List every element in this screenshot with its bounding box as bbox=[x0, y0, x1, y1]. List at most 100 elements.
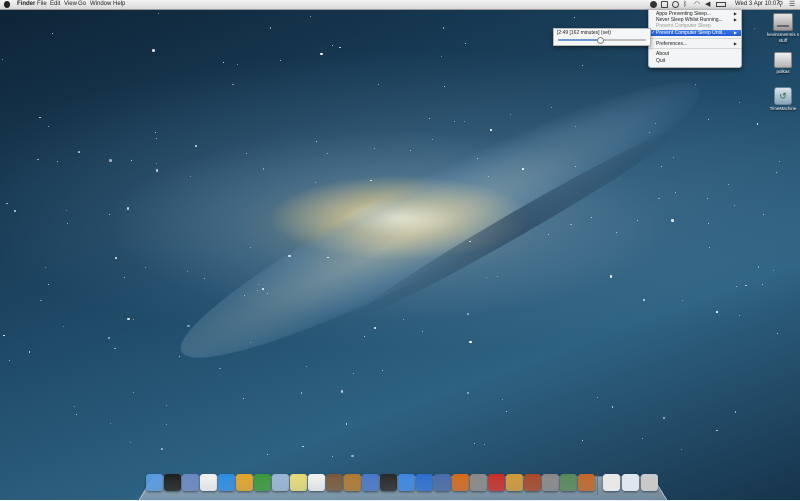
star bbox=[187, 324, 190, 328]
star bbox=[550, 107, 552, 108]
dock-chrome-icon[interactable] bbox=[236, 474, 253, 491]
dock-textedit-icon[interactable] bbox=[308, 474, 325, 491]
star bbox=[374, 327, 376, 329]
menu-item-prevent-computer-sleep-until[interactable]: ✓ Prevent Computer Sleep Until... ▶ bbox=[649, 30, 741, 36]
desktop-icon-polkas[interactable]: polkas bbox=[766, 52, 800, 75]
menu-view[interactable]: View bbox=[64, 0, 77, 9]
bluetooth-icon[interactable]: ᛒ bbox=[683, 1, 690, 8]
star bbox=[13, 209, 17, 213]
notification-center-icon[interactable]: ☰ bbox=[789, 1, 796, 8]
star bbox=[155, 137, 157, 139]
dock-firefox-icon[interactable] bbox=[452, 474, 469, 491]
star bbox=[219, 367, 221, 370]
dock-games-icon[interactable] bbox=[578, 474, 595, 491]
star bbox=[745, 284, 747, 287]
dock-terminal-icon[interactable] bbox=[164, 474, 181, 491]
dock-documents-stack-icon[interactable] bbox=[603, 474, 620, 491]
dock-scripts-icon[interactable] bbox=[506, 474, 523, 491]
menu-file[interactable]: File bbox=[37, 0, 47, 9]
star bbox=[190, 176, 192, 178]
star bbox=[1, 58, 3, 60]
wifi-icon[interactable]: ◠ bbox=[694, 1, 701, 8]
star bbox=[245, 153, 247, 155]
star bbox=[616, 232, 618, 234]
star bbox=[316, 141, 318, 143]
menu-item-preferences[interactable]: Preferences... ▶ bbox=[649, 41, 741, 47]
star bbox=[161, 448, 163, 450]
star bbox=[109, 422, 111, 424]
dock-app-store-icon[interactable] bbox=[398, 474, 415, 491]
menu-window[interactable]: Window bbox=[90, 0, 111, 9]
star bbox=[611, 406, 614, 408]
dock-activity-monitor-icon[interactable] bbox=[560, 474, 577, 491]
star bbox=[345, 423, 348, 425]
star bbox=[464, 121, 466, 123]
star bbox=[266, 292, 268, 294]
menu-item-about[interactable]: About bbox=[649, 51, 741, 57]
star bbox=[440, 55, 443, 58]
dock-utility-2-icon[interactable] bbox=[470, 474, 487, 491]
star bbox=[262, 288, 264, 290]
star bbox=[195, 145, 197, 147]
star bbox=[763, 214, 765, 216]
battery-icon[interactable] bbox=[716, 2, 726, 7]
apple-menu-icon[interactable] bbox=[4, 1, 10, 8]
menu-clock[interactable]: Wed 3 Apr 10:07 bbox=[735, 0, 780, 9]
dock-red-app-icon[interactable] bbox=[488, 474, 505, 491]
star bbox=[474, 443, 476, 445]
duration-slider[interactable] bbox=[558, 37, 646, 44]
desktop-icon-hard-drive[interactable]: kevinsmemnis s stuff bbox=[766, 13, 800, 44]
dock-instruments-icon[interactable] bbox=[344, 474, 361, 491]
dock-photo-app-icon[interactable] bbox=[524, 474, 541, 491]
star bbox=[74, 406, 76, 408]
dock-downloads-stack-icon[interactable] bbox=[622, 474, 639, 491]
dock-utility-icon[interactable] bbox=[254, 474, 271, 491]
dock-preferences-icon[interactable] bbox=[542, 474, 559, 491]
star bbox=[266, 453, 268, 455]
star bbox=[56, 160, 58, 162]
desktop-icon-label: polkas bbox=[776, 69, 790, 74]
menu-go[interactable]: Go bbox=[78, 0, 86, 9]
spotlight-search-icon[interactable]: ⚲ bbox=[778, 1, 785, 8]
time-machine-status-icon[interactable] bbox=[672, 1, 679, 8]
menu-edit[interactable]: Edit bbox=[50, 0, 60, 9]
star bbox=[469, 340, 472, 344]
dock-network-icon[interactable] bbox=[416, 474, 433, 491]
display-status-icon[interactable] bbox=[661, 1, 668, 8]
star bbox=[707, 223, 709, 225]
app-menu-finder[interactable]: Finder bbox=[17, 0, 35, 9]
menu-item-quit[interactable]: Quit bbox=[649, 58, 741, 64]
dock-finder-icon[interactable] bbox=[146, 474, 163, 491]
star bbox=[109, 213, 111, 215]
caffeine-status-icon[interactable] bbox=[650, 1, 657, 8]
star bbox=[130, 442, 132, 444]
star bbox=[132, 319, 134, 321]
dock-mail-icon[interactable] bbox=[272, 474, 289, 491]
star bbox=[381, 369, 384, 372]
star bbox=[40, 299, 42, 302]
dock-trash-icon[interactable] bbox=[641, 474, 658, 491]
star bbox=[45, 267, 47, 269]
star bbox=[641, 438, 643, 440]
dock-photos-icon[interactable] bbox=[326, 474, 343, 491]
star bbox=[467, 313, 469, 315]
checkmark-icon: ✓ bbox=[651, 30, 656, 36]
star bbox=[370, 179, 372, 182]
dock-preview-icon[interactable] bbox=[182, 474, 199, 491]
dock-console-icon[interactable] bbox=[380, 474, 397, 491]
star bbox=[609, 275, 613, 278]
dock-xcode-icon[interactable] bbox=[362, 474, 379, 491]
volume-icon[interactable]: ◀ bbox=[705, 1, 712, 8]
dock-notes-icon[interactable] bbox=[290, 474, 307, 491]
star bbox=[126, 207, 130, 210]
duration-slider-thumb[interactable] bbox=[597, 37, 605, 44]
dock-calendar-icon[interactable] bbox=[200, 474, 217, 491]
star bbox=[756, 123, 759, 125]
desktop-icon-timemachine[interactable]: ↺ TimeMachine bbox=[766, 87, 800, 112]
desktop-wallpaper bbox=[0, 0, 800, 500]
dock-system-icon[interactable] bbox=[434, 474, 451, 491]
menu-help[interactable]: Help bbox=[113, 0, 125, 9]
dock-safari-icon[interactable] bbox=[218, 474, 235, 491]
star bbox=[76, 414, 78, 416]
star bbox=[66, 223, 68, 225]
